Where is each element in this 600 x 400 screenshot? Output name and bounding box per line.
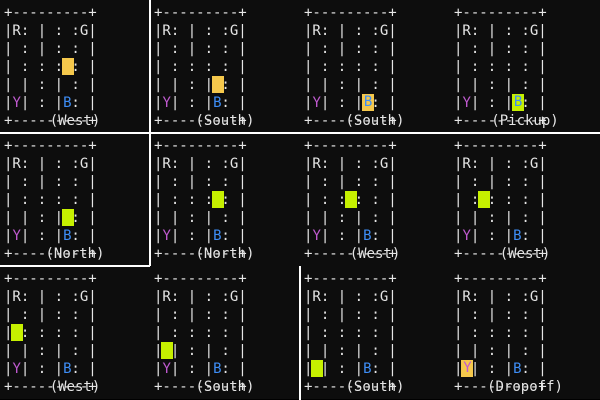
- action-caption: (South): [345, 113, 405, 129]
- action-caption: (West): [49, 379, 101, 395]
- passenger-location: Y: [12, 360, 21, 378]
- passenger-location: Y: [312, 227, 321, 245]
- panel-separator: [0, 132, 600, 134]
- taxi-empty: [212, 76, 225, 93]
- action-caption: (North): [195, 246, 255, 262]
- passenger-location: Y: [162, 94, 171, 112]
- taxi-loaded: [311, 360, 324, 377]
- destination-location: B: [513, 360, 522, 378]
- panel-separator: [0, 265, 150, 267]
- panel-separator: [149, 133, 151, 266]
- destination-location: B: [63, 94, 72, 112]
- taxi-cell-letter: B: [513, 94, 523, 110]
- taxi-empty: B: [362, 94, 375, 111]
- taxi-loaded: [62, 209, 75, 226]
- action-caption: (West): [49, 113, 101, 129]
- taxi-loaded: [345, 191, 358, 208]
- taxi-loaded: B: [512, 94, 525, 111]
- action-caption: (Dropoff): [487, 379, 563, 395]
- taxi-cell-letter: Y: [463, 360, 472, 376]
- action-caption: (West): [349, 246, 401, 262]
- taxi-frame: +---------+ |R: | : :G| | : | : : | | : …: [450, 133, 600, 266]
- taxi-frame: +---------+ |R: | : :G| | : | : : | | : …: [450, 266, 600, 399]
- panel-separator: [299, 266, 301, 400]
- taxi-empty: Y: [461, 360, 474, 377]
- taxi-frame: +---------+ |R: | : :G| | : | : : | | : …: [150, 133, 300, 266]
- taxi-frame: +---------+ |R: | : :G| | : | : : | | : …: [0, 133, 150, 266]
- passenger-location: Y: [12, 94, 21, 112]
- taxi-frame: +---------+ |R: | : :G| | : | : : | | : …: [300, 0, 450, 133]
- destination-location: B: [213, 227, 222, 245]
- panel-separator: [149, 0, 151, 133]
- action-caption: (Pickup): [491, 113, 559, 129]
- taxi-frame: +---------+ |R: | : :G| | : | : : | | : …: [300, 133, 450, 266]
- action-caption: (North): [45, 246, 105, 262]
- destination-location: B: [363, 227, 372, 245]
- passenger-location: Y: [462, 227, 471, 245]
- passenger-location: Y: [312, 94, 321, 112]
- passenger-location: Y: [462, 94, 471, 112]
- taxi-frame: +---------+ |R: | : :G| | : | : : | | : …: [300, 266, 450, 399]
- action-caption: (South): [195, 113, 255, 129]
- taxi-loaded: [161, 342, 174, 359]
- taxi-loaded: [478, 191, 491, 208]
- taxi-loaded: [11, 324, 24, 341]
- taxi-frame: +---------+ |R: | : :G| | : | : : | | : …: [150, 0, 300, 133]
- taxi-frame: +---------+ |R: | : :G| | : | : : | | : …: [150, 266, 300, 399]
- destination-location: B: [63, 360, 72, 378]
- passenger-location: Y: [12, 227, 21, 245]
- destination-location: B: [63, 227, 72, 245]
- taxi-loaded: [212, 191, 225, 208]
- action-caption: (South): [195, 379, 255, 395]
- passenger-location: Y: [162, 227, 171, 245]
- taxi-cell-letter: B: [363, 94, 373, 110]
- destination-location: B: [213, 360, 222, 378]
- taxi-frame: +---------+ |R: | : :G| | : | : : | | : …: [0, 266, 150, 399]
- passenger-location: Y: [162, 360, 171, 378]
- destination-location: B: [213, 94, 222, 112]
- taxi-empty: [62, 58, 75, 75]
- taxi-episode-grid: +---------+ |R: | : :G| | : | : : | | : …: [0, 0, 600, 400]
- destination-location: B: [363, 360, 372, 378]
- taxi-frame: +---------+ |R: | : :G| | : | : : | | : …: [0, 0, 150, 133]
- destination-location: B: [513, 227, 522, 245]
- action-caption: (West): [499, 246, 551, 262]
- action-caption: (South): [345, 379, 405, 395]
- taxi-frame: +---------+ |R: | : :G| | : | : : | | : …: [450, 0, 600, 133]
